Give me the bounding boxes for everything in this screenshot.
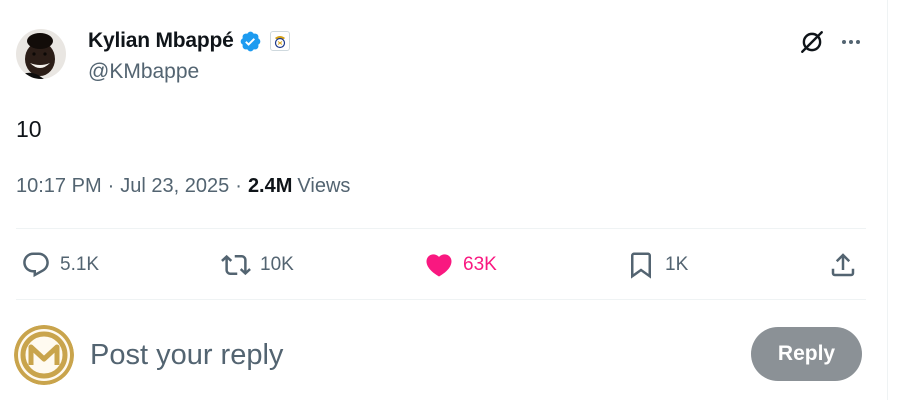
meta-separator: · <box>107 175 115 197</box>
views-label[interactable]: Views <box>297 175 350 198</box>
share-button[interactable] <box>828 244 858 286</box>
author-display-name[interactable]: Kylian Mbappé <box>88 29 234 53</box>
action-bar: 5.1K 10K 63K 1K <box>16 244 866 286</box>
tweet-time[interactable]: 10:17 PM <box>16 175 102 198</box>
bookmark-button[interactable]: 1K <box>626 244 688 286</box>
reply-input[interactable] <box>90 334 690 376</box>
meta-separator: · <box>235 175 242 197</box>
real-madrid-crest-icon[interactable] <box>269 31 290 51</box>
reply-submit-button[interactable]: Reply <box>751 327 862 381</box>
tweet-detail: Kylian Mbappé @KMbappe 10 10:17 PM · Jul… <box>0 0 888 400</box>
user-avatar[interactable] <box>14 325 74 385</box>
tweet-meta: 10:17 PM · Jul 23, 2025 · 2.4M Views <box>16 175 350 198</box>
author-avatar[interactable] <box>16 29 66 79</box>
share-icon <box>831 253 855 277</box>
retweet-count: 10K <box>260 254 294 275</box>
bookmark-icon <box>631 252 651 279</box>
column-border <box>887 0 888 400</box>
bookmark-count: 1K <box>665 254 689 275</box>
reply-count: 5.1K <box>60 254 100 275</box>
divider <box>16 299 866 300</box>
author-handle[interactable]: @KMbappe <box>88 60 199 84</box>
reply-button[interactable]: 5.1K <box>21 244 99 286</box>
author-name-row: Kylian Mbappé <box>88 28 290 54</box>
tweet-date[interactable]: Jul 23, 2025 <box>120 175 229 198</box>
views-count[interactable]: 2.4M <box>248 175 292 198</box>
verified-badge-icon[interactable] <box>239 30 262 53</box>
divider <box>16 228 866 229</box>
more-icon[interactable] <box>836 28 866 56</box>
retweet-icon <box>221 254 251 276</box>
tweet-text: 10 <box>16 116 42 142</box>
reply-icon <box>23 252 49 278</box>
retweet-button[interactable]: 10K <box>221 244 294 286</box>
grok-icon[interactable] <box>798 28 826 56</box>
like-count: 63K <box>463 254 497 275</box>
like-button[interactable]: 63K <box>424 244 497 286</box>
heart-filled-icon <box>426 254 452 277</box>
